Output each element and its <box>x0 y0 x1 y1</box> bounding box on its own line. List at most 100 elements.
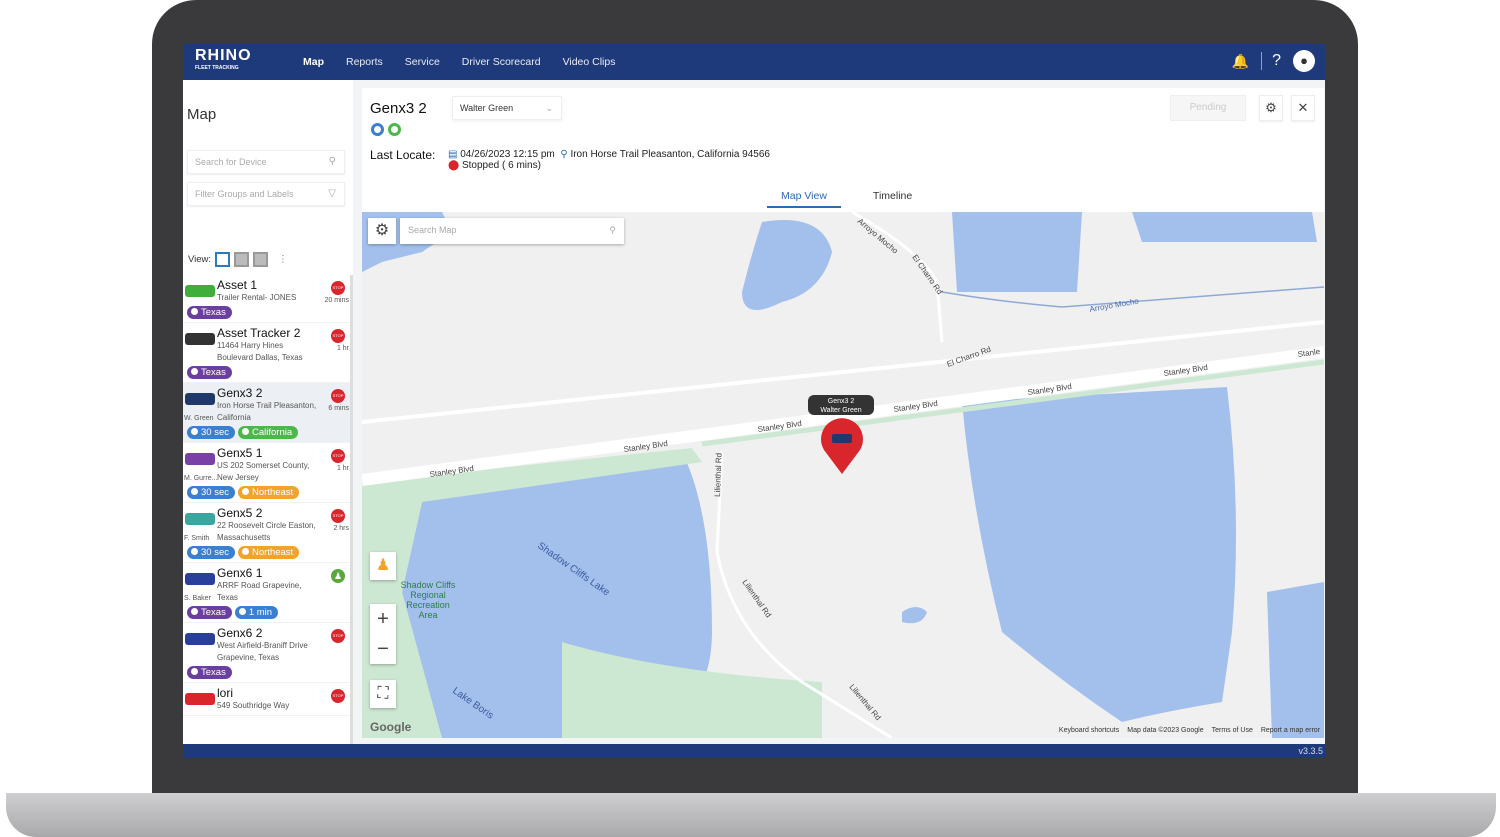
device-address: ARRF Road Grapevine, Texas <box>217 581 302 602</box>
park-label: Area <box>418 610 437 620</box>
tag-badge: Northeast <box>238 486 300 499</box>
pin-icon: ⚲ <box>560 149 568 160</box>
moving-status-icon: ♟ <box>331 569 345 583</box>
nav-video-clips[interactable]: Video Clips <box>563 56 616 68</box>
map-view[interactable]: Arroyo Mocho El Charro Rd Arroyo Mocho E… <box>362 212 1324 738</box>
device-list: Asset 1 Trailer Rental- JONES STOP 20 mins T… <box>183 275 353 750</box>
status-duration: 6 mins <box>328 405 349 412</box>
tag-badge: Texas <box>187 306 232 319</box>
device-list-item[interactable]: Genx5 2 22 Roosevelt Circle Easton, Massa… <box>183 503 353 563</box>
version: v3.3.5 <box>1298 746 1323 756</box>
tag-badge: 30 sec <box>187 486 235 499</box>
device-list-item[interactable]: Asset 1 Trailer Rental- JONES STOP 20 mins T… <box>183 275 353 323</box>
device-detail-panel: Genx3 2 Walter Green ⌄ Last Locate: ▤ 04/… <box>362 88 1324 214</box>
filter-groups-input[interactable]: Filter Groups and Labels ▽ <box>187 182 345 206</box>
terms-link[interactable]: Terms of Use <box>1212 727 1253 734</box>
device-list-item[interactable]: lori 549 Southridge Way STOP <box>183 683 353 716</box>
nav-map[interactable]: Map <box>303 56 324 68</box>
tag-badge: Texas <box>187 366 232 379</box>
tag-badge: 30 sec <box>187 546 235 559</box>
map-label: Lilienthal Rd <box>847 683 882 723</box>
bell-icon[interactable]: 🔔 <box>1232 53 1249 70</box>
map-footer: Keyboard shortcuts Map data ©2023 Google… <box>1059 727 1320 734</box>
park-label: Shadow Cliffs <box>401 580 456 590</box>
view-list-icon[interactable] <box>253 252 269 267</box>
driver-name: F. Smith <box>184 535 210 542</box>
stop-status-icon: STOP <box>331 329 345 343</box>
zoom-out-button[interactable]: − <box>370 634 396 664</box>
map-settings-button[interactable]: ⚙ <box>368 218 396 244</box>
tag-badge: Texas <box>187 666 232 679</box>
park-label: Regional <box>410 590 446 600</box>
stop-status-icon: STOP <box>331 629 345 643</box>
search-icon: ⚲ <box>609 225 616 235</box>
gear-icon: ⚙ <box>1265 100 1277 115</box>
street-view-icon[interactable]: ♟ <box>370 552 396 580</box>
status-duration: 2 hrs <box>333 525 349 532</box>
view-selector: View: ⋮ <box>188 252 288 267</box>
stop-icon: ⬤ <box>448 160 460 171</box>
settings-button[interactable]: ⚙ <box>1259 95 1283 121</box>
top-nav: RHINO FLEET TRACKING Map Reports Service … <box>183 44 1325 80</box>
keyboard-shortcuts-link[interactable]: Keyboard shortcuts <box>1059 727 1119 734</box>
vehicle-icon <box>185 633 215 645</box>
help-icon[interactable]: ? <box>1261 52 1281 70</box>
marker-label: Genx3 2 <box>828 398 855 405</box>
fullscreen-button[interactable]: ⛶ <box>370 680 396 708</box>
pending-button[interactable]: Pending <box>1170 95 1246 121</box>
device-address: US 202 Somerset County, New Jersey <box>217 461 310 482</box>
stop-status-icon: STOP <box>331 689 345 703</box>
driver-select[interactable]: Walter Green ⌄ <box>452 96 562 120</box>
map-label: El Charro Rd <box>910 253 944 296</box>
device-list-item[interactable]: Genx3 2 Iron Horse Trail Pleasanton, Cali… <box>183 383 353 443</box>
calendar-icon: ▤ <box>448 149 458 160</box>
vehicle-icon <box>185 393 215 405</box>
report-error-link[interactable]: Report a map error <box>1261 727 1320 734</box>
device-search-input[interactable]: Search for Device ⚲ <box>187 150 345 174</box>
sidebar: Map Search for Device ⚲ Filter Groups and… <box>183 80 353 758</box>
view-split-icon[interactable] <box>234 252 250 267</box>
zoom-in-button[interactable]: + <box>370 604 396 634</box>
list-scrollbar[interactable] <box>350 275 353 750</box>
vehicle-icon <box>185 285 215 297</box>
device-title: Genx3 2 <box>370 100 427 117</box>
stop-status-icon: STOP <box>331 509 345 523</box>
nav-service[interactable]: Service <box>405 56 440 68</box>
device-list-item[interactable]: Genx6 1 ARRF Road Grapevine, Texas S. Bake… <box>183 563 353 623</box>
tab-timeline[interactable]: Timeline <box>859 190 926 208</box>
tag-badge: 30 sec <box>187 426 235 439</box>
tag-badge: Northeast <box>238 546 300 559</box>
map-label: Arroyo Mocho <box>856 217 900 256</box>
device-list-item[interactable]: Asset Tracker 2 11464 Harry Hines Bouleva… <box>183 323 353 383</box>
tag-badge: California <box>238 426 299 439</box>
nav-reports[interactable]: Reports <box>346 56 383 68</box>
status-duration: 1 hr <box>336 465 349 472</box>
laptop-base <box>6 793 1496 837</box>
nav-driver-scorecard[interactable]: Driver Scorecard <box>462 56 541 68</box>
sidebar-title: Map <box>187 106 217 123</box>
device-list-item[interactable]: Genx6 2 West Airfield-Braniff Drive Grape… <box>183 623 353 683</box>
view-single-icon[interactable] <box>215 252 231 267</box>
group-indicator-icon <box>388 123 401 136</box>
vehicle-icon <box>185 513 215 525</box>
status-duration: 20 mins <box>324 297 349 304</box>
park-label: Recreation <box>406 600 450 610</box>
driver-name: M. Gurre... <box>184 475 218 482</box>
user-avatar-icon[interactable]: ● <box>1293 50 1315 72</box>
device-list-item[interactable]: Genx5 1 US 202 Somerset County, New Jerse… <box>183 443 353 503</box>
vehicle-icon <box>185 333 215 345</box>
map-search-input[interactable]: Search Map ⚲ <box>400 218 624 244</box>
search-icon: ⚲ <box>328 156 336 167</box>
chevron-down-icon: ⌄ <box>545 103 553 113</box>
device-address: 22 Roosevelt Circle Easton, Massachusett… <box>217 521 316 542</box>
ping-indicator-icon <box>371 123 384 136</box>
map-canvas: Arroyo Mocho El Charro Rd Arroyo Mocho E… <box>362 212 1324 738</box>
tab-map-view[interactable]: Map View <box>767 190 841 208</box>
close-button[interactable]: ✕ <box>1291 95 1315 121</box>
more-icon[interactable]: ⋮ <box>278 254 288 265</box>
stop-status-icon: STOP <box>331 281 345 295</box>
vehicle-marker[interactable]: Genx3 2 Walter Green <box>808 395 874 474</box>
close-icon: ✕ <box>1297 100 1309 115</box>
status-duration: 1 hr <box>336 345 349 352</box>
device-address: 549 Southridge Way <box>217 701 290 710</box>
